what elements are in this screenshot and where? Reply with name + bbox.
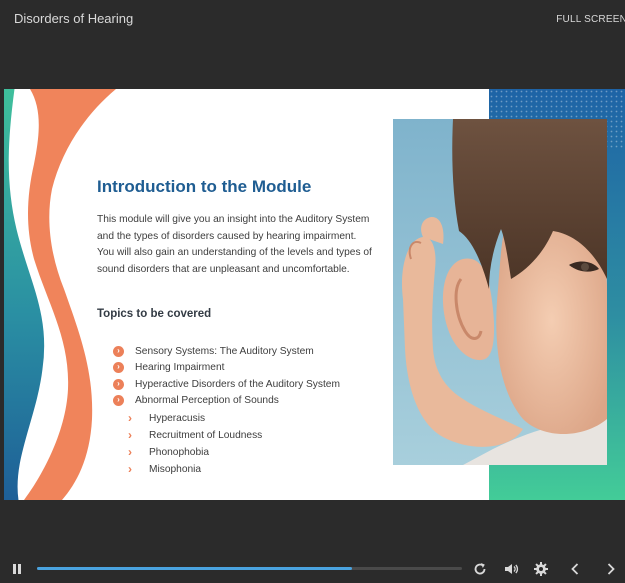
chevron-right-icon: › bbox=[128, 445, 132, 459]
progress-bar[interactable] bbox=[37, 567, 462, 570]
chevron-right-circle-icon: › bbox=[113, 345, 124, 357]
chevron-right-circle-icon: › bbox=[113, 394, 124, 406]
subtopic-label: Phonophobia bbox=[149, 446, 210, 458]
course-title: Disorders of Hearing bbox=[14, 11, 134, 26]
subtopic-label: Recruitment of Loudness bbox=[149, 429, 263, 441]
pause-icon[interactable] bbox=[9, 561, 25, 577]
slide: Introduction to the Module This module w… bbox=[4, 89, 625, 500]
chevron-right-icon: › bbox=[128, 428, 132, 442]
topic-label: Abnormal Perception of Sounds bbox=[135, 394, 279, 406]
next-icon[interactable] bbox=[603, 561, 619, 577]
fullscreen-button[interactable]: FULL SCREEN bbox=[556, 14, 625, 25]
chevron-right-circle-icon: › bbox=[113, 361, 124, 373]
top-bar: Disorders of Hearing FULL SCREEN bbox=[0, 0, 625, 40]
chevron-right-icon: › bbox=[128, 462, 132, 476]
subtopic-item: › Misophonia bbox=[128, 461, 201, 477]
subtopic-label: Misophonia bbox=[149, 463, 202, 475]
chevron-right-icon: › bbox=[128, 411, 132, 425]
topics-title: Topics to be covered bbox=[97, 308, 212, 320]
topic-label: Hearing Impairment bbox=[135, 361, 225, 373]
topic-item: › Hyperactive Disorders of the Auditory … bbox=[113, 376, 340, 392]
topic-label: Sensory Systems: The Auditory System bbox=[135, 345, 314, 357]
topic-label: Hyperactive Disorders of the Auditory Sy… bbox=[135, 378, 340, 390]
child-listening-image bbox=[393, 119, 607, 465]
settings-icon[interactable] bbox=[533, 561, 549, 577]
subtopic-item: › Hyperacusis bbox=[128, 410, 205, 426]
chevron-right-circle-icon: › bbox=[113, 378, 124, 390]
replay-icon[interactable] bbox=[472, 561, 488, 577]
previous-icon[interactable] bbox=[567, 561, 583, 577]
topic-item: › Abnormal Perception of Sounds bbox=[113, 392, 279, 408]
hearing-photo bbox=[393, 119, 607, 465]
topic-item: › Sensory Systems: The Auditory System bbox=[113, 343, 314, 359]
slide-heading: Introduction to the Module bbox=[97, 177, 312, 196]
topic-item: › Hearing Impairment bbox=[113, 359, 224, 375]
progress-fill bbox=[37, 567, 352, 570]
subtopic-item: › Recruitment of Loudness bbox=[128, 427, 262, 443]
volume-icon[interactable] bbox=[503, 561, 519, 577]
subtopic-label: Hyperacusis bbox=[149, 412, 206, 424]
player-controls bbox=[0, 555, 625, 583]
subtopic-item: › Phonophobia bbox=[128, 444, 209, 460]
intro-paragraph: This module will give you an insight int… bbox=[97, 214, 372, 275]
